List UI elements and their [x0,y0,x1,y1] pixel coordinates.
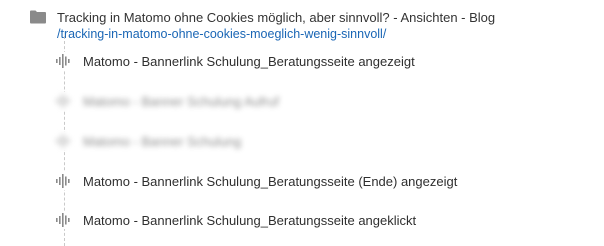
event-icon [56,54,72,68]
visitor-log-actions: Tracking in Matomo ohne Cookies möglich,… [0,0,604,246]
event-icon [56,94,72,108]
event-label: Matomo - Bannerlink Schulung_Beratungsse… [83,53,415,69]
event-label: Matomo - Banner Schulung [83,133,242,149]
event-row: Matomo - Bannerlink Schulung_Beratungsse… [56,172,458,190]
page-view-row: Tracking in Matomo ohne Cookies möglich,… [30,9,495,43]
event-row-obscured: Matomo - Banner Schulung [56,132,242,150]
event-icon [56,174,72,188]
event-icon [56,213,72,227]
page-url-link[interactable]: /tracking-in-matomo-ohne-cookies-moeglic… [57,26,495,43]
event-icon [56,134,72,148]
event-row: Matomo - Bannerlink Schulung_Beratungsse… [56,211,417,229]
folder-icon [30,10,46,24]
event-label: Matomo - Banner Schulung Aufruf [83,93,279,109]
event-row-obscured: Matomo - Banner Schulung Aufruf [56,92,279,110]
page-title: Tracking in Matomo ohne Cookies möglich,… [57,10,496,25]
event-row: Matomo - Bannerlink Schulung_Beratungsse… [56,52,415,70]
event-label: Matomo - Bannerlink Schulung_Beratungsse… [83,173,458,189]
event-label: Matomo - Bannerlink Schulung_Beratungsse… [83,212,417,228]
